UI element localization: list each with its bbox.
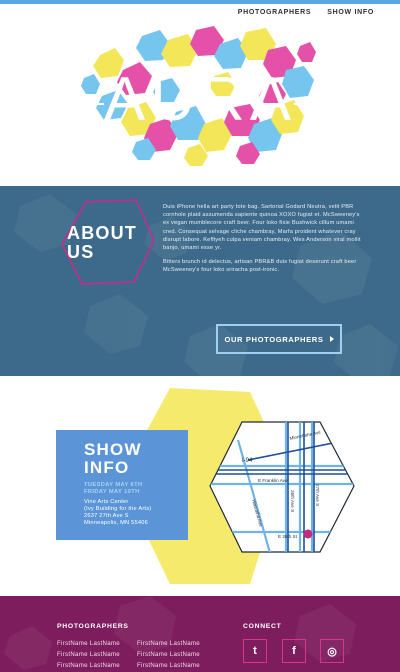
twitter-icon: t <box>253 645 257 657</box>
nav-photographers[interactable]: PHOTOGRAPHERS <box>238 9 312 16</box>
show-dates: TUESDAY MAY 6TH FRIDAY MAY 10TH <box>84 482 142 496</box>
map-label-27th-ave: 27th Ave S <box>315 484 320 506</box>
map-label-26th-ave: 26th Ave S <box>290 490 295 512</box>
photographer-link[interactable]: FirstName LastName <box>137 651 200 658</box>
photographer-link[interactable]: FirstName LastName <box>57 662 120 669</box>
about-title: ABOUT US <box>67 224 137 262</box>
photographer-link[interactable]: FirstName LastName <box>137 662 200 669</box>
facebook-button[interactable]: f <box>282 639 306 663</box>
show-title: SHOW INFO <box>84 441 142 477</box>
top-nav: PHOTOGRAPHERS SHOW INFO <box>238 9 374 16</box>
venue-line-3: 2637 27th Ave S <box>84 513 129 519</box>
map-label-i94: I-94 <box>242 458 253 464</box>
show-venue: Vine Arts Center (Ivy Building for the A… <box>84 499 151 527</box>
facebook-icon: f <box>292 645 296 657</box>
top-accent-bar <box>0 0 400 4</box>
show-date-1: TUESDAY MAY 6TH <box>84 482 143 488</box>
about-title-line2: US <box>67 242 95 262</box>
show-title-line2: INFO <box>84 458 130 477</box>
our-photographers-label: OUR PHOTOGRAPHERS <box>224 334 324 344</box>
arrow-right-icon <box>329 336 334 342</box>
map-label-26th-st: E 26th St <box>278 534 298 539</box>
photographer-link[interactable]: FirstName LastName <box>57 640 120 647</box>
venue-line-2: (Ivy Building for the Arts) <box>84 506 152 512</box>
about-paragraph-1: Duis iPhone hella art party tote bag. Sa… <box>163 204 361 252</box>
logo-text: AURA <box>104 65 296 134</box>
map-label-franklin: E Franklin Ave <box>258 478 288 483</box>
about-title-line1: ABOUT <box>67 223 137 243</box>
photographer-link[interactable]: FirstName LastName <box>57 651 120 658</box>
twitter-button[interactable]: t <box>243 639 267 663</box>
show-title-line1: SHOW <box>84 440 142 459</box>
venue-map[interactable]: Minnehaha Ave I-94 E Franklin Ave 26th A… <box>208 420 358 560</box>
footer-photographers-heading: PHOTOGRAPHERS <box>57 623 129 630</box>
instagram-icon: ◎ <box>327 645 337 658</box>
venue-location-pin-icon <box>303 529 313 539</box>
photographer-link[interactable]: FirstName LastName <box>137 640 200 647</box>
nav-show-info[interactable]: SHOW INFO <box>327 9 374 16</box>
venue-line-1: Vine Arts Center <box>84 499 129 505</box>
footer-connect-heading: CONNECT <box>243 623 282 630</box>
our-photographers-button[interactable]: OUR PHOTOGRAPHERS <box>216 324 342 354</box>
about-paragraph-2: Bitters brunch id delectus, artisan PBR&… <box>163 259 357 274</box>
venue-line-4: Minneapolis, MN 55406 <box>84 520 148 526</box>
aura-logo: AURA <box>81 26 316 166</box>
show-date-2: FRIDAY MAY 10TH <box>84 489 140 495</box>
about-text: Duis iPhone hella art party tote bag. Sa… <box>163 203 367 281</box>
instagram-button[interactable]: ◎ <box>320 639 344 663</box>
